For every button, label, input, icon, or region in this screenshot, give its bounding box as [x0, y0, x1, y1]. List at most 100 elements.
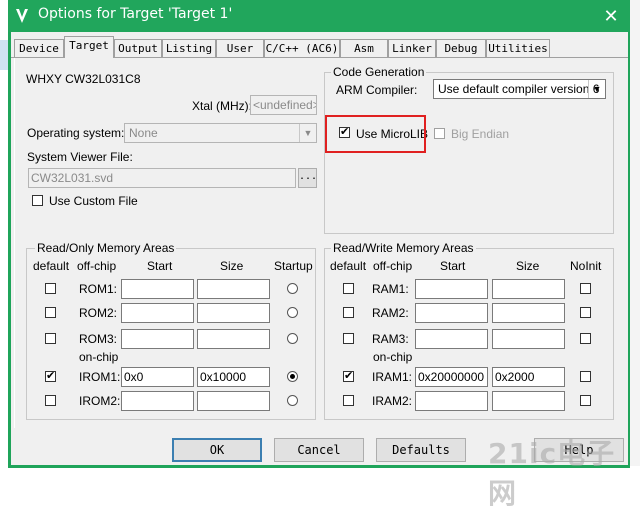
tab-user[interactable]: User [216, 39, 264, 58]
ram1-noinit-checkbox[interactable] [580, 283, 591, 294]
tab-target[interactable]: Target [64, 36, 114, 58]
ram-group-title: Read/Write Memory Areas [331, 241, 476, 255]
rom2-start-field[interactable] [121, 303, 194, 323]
rom-header-start: Start [147, 259, 173, 273]
ram3-label: RAM3: [372, 332, 409, 346]
svf-browse-button[interactable]: ... [298, 168, 317, 188]
ram3-start-field[interactable] [415, 329, 488, 349]
use-custom-file-label: Use Custom File [49, 194, 138, 208]
irom2-start-field[interactable] [121, 391, 194, 411]
big-endian-checkbox[interactable] [434, 128, 445, 139]
rom1-default-checkbox[interactable] [45, 283, 56, 294]
cancel-button[interactable]: Cancel [274, 438, 364, 462]
rom3-startup-radio[interactable] [287, 333, 298, 344]
xtal-label: Xtal (MHz): [192, 99, 252, 113]
tab-c-c-ac6[interactable]: C/C++ (AC6) [264, 39, 340, 58]
irom1-start-field[interactable]: 0x0 [121, 367, 194, 387]
tab-device[interactable]: Device [14, 39, 64, 58]
arm-compiler-value: Use default compiler version 6 [438, 82, 600, 96]
tab-asm[interactable]: Asm [340, 39, 388, 58]
irom2-default-checkbox[interactable] [45, 395, 56, 406]
rom-header-offchip: off-chip [77, 259, 117, 273]
ram2-noinit-checkbox[interactable] [580, 307, 591, 318]
big-endian-label: Big Endian [451, 127, 510, 141]
rom-header-size: Size [220, 259, 244, 273]
background-right-strip [630, 0, 640, 477]
rom1-label: ROM1: [79, 282, 118, 296]
microlib-highlight-box [325, 115, 426, 153]
iram2-default-checkbox[interactable] [343, 395, 354, 406]
iram1-noinit-checkbox[interactable] [580, 371, 591, 382]
device-name: WHXY CW32L031C8 [26, 72, 141, 86]
ram-header-size: Size [516, 259, 540, 273]
ram-header-default: default [330, 259, 367, 273]
ram2-label: RAM2: [372, 306, 409, 320]
rom2-startup-radio[interactable] [287, 307, 298, 318]
iram1-start-field[interactable]: 0x20000000 [415, 367, 488, 387]
ram2-default-checkbox[interactable] [343, 307, 354, 318]
ram-header-onchip: on-chip [373, 350, 413, 364]
rom2-default-checkbox[interactable] [45, 307, 56, 318]
irom1-default-checkbox[interactable]: ✔ [45, 371, 56, 382]
ram-header-offchip: off-chip [373, 259, 413, 273]
arm-compiler-label: ARM Compiler: [336, 83, 418, 97]
close-icon[interactable]: ✕ [596, 4, 626, 28]
ram1-default-checkbox[interactable] [343, 283, 354, 294]
svf-label: System Viewer File: [27, 150, 133, 164]
arm-compiler-select[interactable]: Use default compiler version 6 ▼ [433, 79, 606, 99]
rom1-startup-radio[interactable] [287, 283, 298, 294]
iram2-noinit-checkbox[interactable] [580, 395, 591, 406]
chevron-down-icon[interactable]: ▼ [299, 124, 316, 142]
tab-listing[interactable]: Listing [162, 39, 216, 58]
os-select-value: None [129, 126, 158, 140]
rom3-default-checkbox[interactable] [45, 333, 56, 344]
os-select[interactable]: None ▼ [124, 123, 317, 143]
ram3-size-field[interactable] [492, 329, 565, 349]
tab-utilities[interactable]: Utilities [486, 39, 550, 58]
ram-header-noinit: NoInit [570, 259, 602, 273]
tab-output[interactable]: Output [114, 39, 162, 58]
os-label: Operating system: [27, 126, 125, 140]
iram1-label: IRAM1: [372, 370, 413, 384]
rom-header-startup: Startup [274, 259, 313, 273]
tab-linker[interactable]: Linker [388, 39, 436, 58]
iram1-size-field[interactable]: 0x2000 [492, 367, 565, 387]
iram2-size-field[interactable] [492, 391, 565, 411]
use-custom-file-checkbox[interactable] [32, 195, 43, 206]
svf-field[interactable]: CW32L031.svd [28, 168, 296, 188]
rom3-label: ROM3: [79, 332, 118, 346]
irom2-label: IROM2: [79, 394, 121, 408]
iram1-default-checkbox[interactable]: ✔ [343, 371, 354, 382]
window-title: Options for Target 'Target 1' [38, 6, 233, 22]
rom-group-title: Read/Only Memory Areas [35, 241, 177, 255]
xtal-field[interactable]: <undefined> [250, 95, 317, 115]
ram1-size-field[interactable] [492, 279, 565, 299]
ram1-start-field[interactable] [415, 279, 488, 299]
irom1-size-field[interactable]: 0x10000 [197, 367, 270, 387]
rom3-size-field[interactable] [197, 329, 270, 349]
code-generation-title: Code Generation [331, 65, 427, 79]
ram2-size-field[interactable] [492, 303, 565, 323]
rom3-start-field[interactable] [121, 329, 194, 349]
chevron-down-icon[interactable]: ▼ [588, 80, 605, 98]
irom1-label: IROM1: [79, 370, 121, 384]
rom1-start-field[interactable] [121, 279, 194, 299]
ram2-start-field[interactable] [415, 303, 488, 323]
ram3-default-checkbox[interactable] [343, 333, 354, 344]
ok-button[interactable]: OK [172, 438, 262, 462]
rom1-size-field[interactable] [197, 279, 270, 299]
rom-header-default: default [33, 259, 70, 273]
tab-debug[interactable]: Debug [436, 39, 486, 58]
defaults-button[interactable]: Defaults [376, 438, 466, 462]
irom1-startup-radio[interactable] [287, 371, 298, 382]
keil-app-icon [16, 9, 28, 23]
irom2-size-field[interactable] [197, 391, 270, 411]
rom2-size-field[interactable] [197, 303, 270, 323]
iram2-label: IRAM2: [372, 394, 413, 408]
ram1-label: RAM1: [372, 282, 409, 296]
iram2-start-field[interactable] [415, 391, 488, 411]
ram3-noinit-checkbox[interactable] [580, 333, 591, 344]
watermark-logo: 21ic电子网 [488, 437, 616, 510]
rom-header-onchip: on-chip [79, 350, 119, 364]
irom2-startup-radio[interactable] [287, 395, 298, 406]
